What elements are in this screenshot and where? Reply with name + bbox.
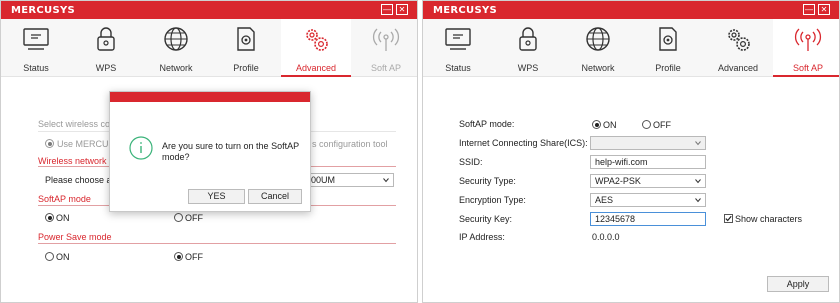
softap-off-radio[interactable] <box>642 120 651 129</box>
apply-button[interactable]: Apply <box>767 276 829 292</box>
tab-label: Advanced <box>717 63 759 73</box>
encryption-type-value: AES <box>595 195 614 205</box>
ssid-input[interactable]: help-wifi.com <box>590 155 706 169</box>
document-gear-icon <box>237 27 255 51</box>
config-tool-label: s configuration tool <box>312 139 388 149</box>
lock-icon <box>519 27 537 51</box>
tab-label: Network <box>581 63 615 73</box>
tab-soft-ap[interactable]: Soft AP <box>773 19 839 77</box>
antenna-icon <box>794 28 822 51</box>
tab-label: Status <box>23 63 49 73</box>
ics-label: Internet Connecting Share(ICS): <box>459 138 588 148</box>
tab-label: Status <box>445 63 471 73</box>
softap-mode-label: SoftAP mode: <box>459 119 515 129</box>
mercusys-logo: MERCUSYS <box>433 5 497 16</box>
tab-advanced[interactable]: Advanced <box>281 19 351 77</box>
confirm-dialog: Are you sure to turn on the SoftAP mode?… <box>109 91 311 212</box>
info-circle-icon <box>129 136 153 160</box>
right-window: MERCUSYS — ✕ Status WPS Network Profile … <box>422 0 840 303</box>
divider <box>38 243 396 244</box>
ip-address-label: IP Address: <box>459 232 505 242</box>
left-window: MERCUSYS — ✕ Status WPS Network Profile … <box>0 0 418 303</box>
tab-label: Advanced <box>295 63 337 73</box>
globe-icon <box>164 27 188 51</box>
tab-label: Network <box>159 63 193 73</box>
softap-on-label: ON <box>56 213 70 223</box>
antenna-icon <box>372 28 400 51</box>
yes-button[interactable]: YES <box>188 189 245 204</box>
use-mercusys-radio[interactable] <box>45 139 54 148</box>
document-gear-icon <box>659 27 677 51</box>
softap-off-radio[interactable] <box>174 213 183 222</box>
tab-label: WPS <box>517 63 539 73</box>
please-choose-label: Please choose a <box>45 175 112 185</box>
minimize-icon[interactable]: — <box>381 4 393 15</box>
softap-off-label: OFF <box>653 120 671 130</box>
tab-network[interactable]: Network <box>141 19 211 77</box>
tab-profile[interactable]: Profile <box>211 19 281 77</box>
tab-label: Profile <box>655 63 681 73</box>
chevron-down-icon <box>695 141 701 146</box>
power-save-on-label: ON <box>56 252 70 262</box>
tab-label: Soft AP <box>370 63 402 73</box>
tab-network[interactable]: Network <box>563 19 633 77</box>
checkmark-icon <box>725 215 732 222</box>
title-bar: MERCUSYS — ✕ <box>423 1 839 19</box>
encryption-type-select[interactable]: AES <box>590 193 706 207</box>
security-type-select[interactable]: WPA2-PSK <box>590 174 706 188</box>
cancel-button[interactable]: Cancel <box>248 189 302 204</box>
gears-icon <box>728 29 750 51</box>
security-key-input[interactable]: 12345678 <box>590 212 706 226</box>
select-wireless-label: Select wireless con <box>38 119 116 129</box>
show-characters-checkbox[interactable] <box>724 214 733 223</box>
softap-on-radio[interactable] <box>45 213 54 222</box>
adapter-select[interactable]: 300UM <box>301 173 394 187</box>
monitor-icon <box>445 28 471 50</box>
tab-profile[interactable]: Profile <box>633 19 703 77</box>
dialog-title-bar <box>110 92 310 102</box>
tab-label: WPS <box>95 63 117 73</box>
tab-wps[interactable]: WPS <box>493 19 563 77</box>
title-bar: MERCUSYS — ✕ <box>1 1 417 19</box>
encryption-type-label: Encryption Type: <box>459 195 526 205</box>
tab-wps[interactable]: WPS <box>71 19 141 77</box>
tab-label: Profile <box>233 63 259 73</box>
softap-on-radio[interactable] <box>592 120 601 129</box>
tab-bar: Status WPS Network Profile Advanced Soft… <box>1 19 417 77</box>
power-save-off-radio[interactable] <box>174 252 183 261</box>
globe-icon <box>586 27 610 51</box>
security-type-value: WPA2-PSK <box>595 176 641 186</box>
close-icon[interactable]: ✕ <box>396 4 408 15</box>
softap-on-label: ON <box>603 120 617 130</box>
softap-off-label: OFF <box>185 213 203 223</box>
chevron-down-icon <box>383 178 389 183</box>
lock-icon <box>97 27 115 51</box>
chevron-down-icon <box>695 179 701 184</box>
ip-address-value: 0.0.0.0 <box>592 232 620 242</box>
power-save-on-radio[interactable] <box>45 252 54 261</box>
show-characters-label: Show characters <box>735 214 803 224</box>
close-icon[interactable]: ✕ <box>818 4 830 15</box>
monitor-icon <box>23 28 49 50</box>
dialog-message: Are you sure to turn on the SoftAP mode? <box>162 141 299 162</box>
security-key-label: Security Key: <box>459 214 513 224</box>
power-save-section-title: Power Save mode <box>38 232 112 242</box>
gears-icon <box>306 29 328 51</box>
tab-status[interactable]: Status <box>1 19 71 77</box>
ssid-label: SSID: <box>459 157 483 167</box>
softap-mode-section-title: SoftAP mode <box>38 194 91 204</box>
mercusys-logo: MERCUSYS <box>11 5 75 16</box>
security-type-label: Security Type: <box>459 176 516 186</box>
tab-soft-ap[interactable]: Soft AP <box>351 19 417 77</box>
wireless-adapter-section-title: Wireless network a <box>38 156 115 166</box>
tab-status[interactable]: Status <box>423 19 493 77</box>
power-save-off-label: OFF <box>185 252 203 262</box>
tab-label: Soft AP <box>792 63 824 73</box>
tab-advanced[interactable]: Advanced <box>703 19 773 77</box>
tab-bar: Status WPS Network Profile Advanced Soft… <box>423 19 839 77</box>
ics-select[interactable] <box>590 136 706 150</box>
chevron-down-icon <box>695 198 701 203</box>
minimize-icon[interactable]: — <box>803 4 815 15</box>
